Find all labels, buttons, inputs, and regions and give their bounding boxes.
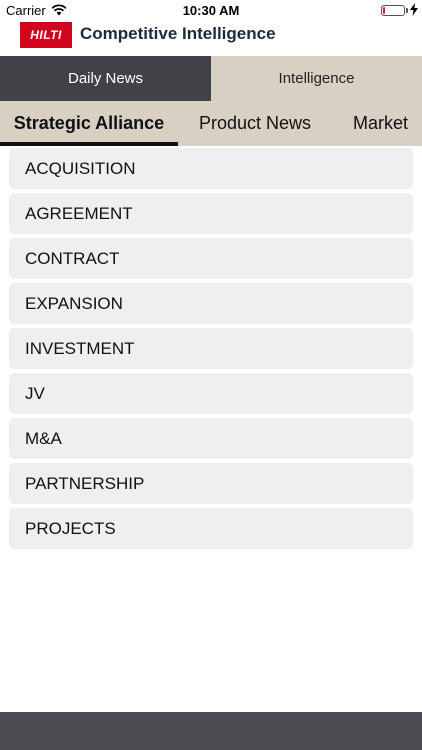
tab-product-news[interactable]: Product News [199,101,311,146]
list-item-m-and-a[interactable]: M&A [9,418,413,459]
battery-level [383,7,385,14]
clock: 10:30 AM [182,3,240,18]
list-item-acquisition[interactable]: ACQUISITION [9,148,413,189]
page-title: Competitive Intelligence [80,24,276,43]
top-tab-bar: Daily News Intelligence [0,56,422,101]
charging-bolt-icon [410,3,418,16]
list-item-projects[interactable]: PROJECTS [9,508,413,549]
tab-intelligence[interactable]: Intelligence [211,56,422,101]
battery-cap [406,8,408,13]
list-item-investment[interactable]: INVESTMENT [9,328,413,369]
bottom-bar [0,712,422,750]
list-item-jv[interactable]: JV [9,373,413,414]
active-tab-indicator [0,142,178,146]
tab-market[interactable]: Market [353,101,408,146]
app-header: HILTI Competitive Intelligence [0,20,422,56]
list-item-partnership[interactable]: PARTNERSHIP [9,463,413,504]
category-list: ACQUISITION AGREEMENT CONTRACT EXPANSION… [9,148,413,553]
tab-strategic-alliance[interactable]: Strategic Alliance [0,101,178,146]
battery-icon [381,5,405,16]
logo-text: HILTI [30,28,62,42]
list-item-contract[interactable]: CONTRACT [9,238,413,279]
status-bar: Carrier 10:30 AM [0,0,422,20]
list-item-expansion[interactable]: EXPANSION [9,283,413,324]
category-tab-bar[interactable]: Strategic Alliance Product News Market [0,101,422,146]
list-item-agreement[interactable]: AGREEMENT [9,193,413,234]
hilti-logo: HILTI [20,22,72,48]
tab-daily-news[interactable]: Daily News [0,56,211,101]
